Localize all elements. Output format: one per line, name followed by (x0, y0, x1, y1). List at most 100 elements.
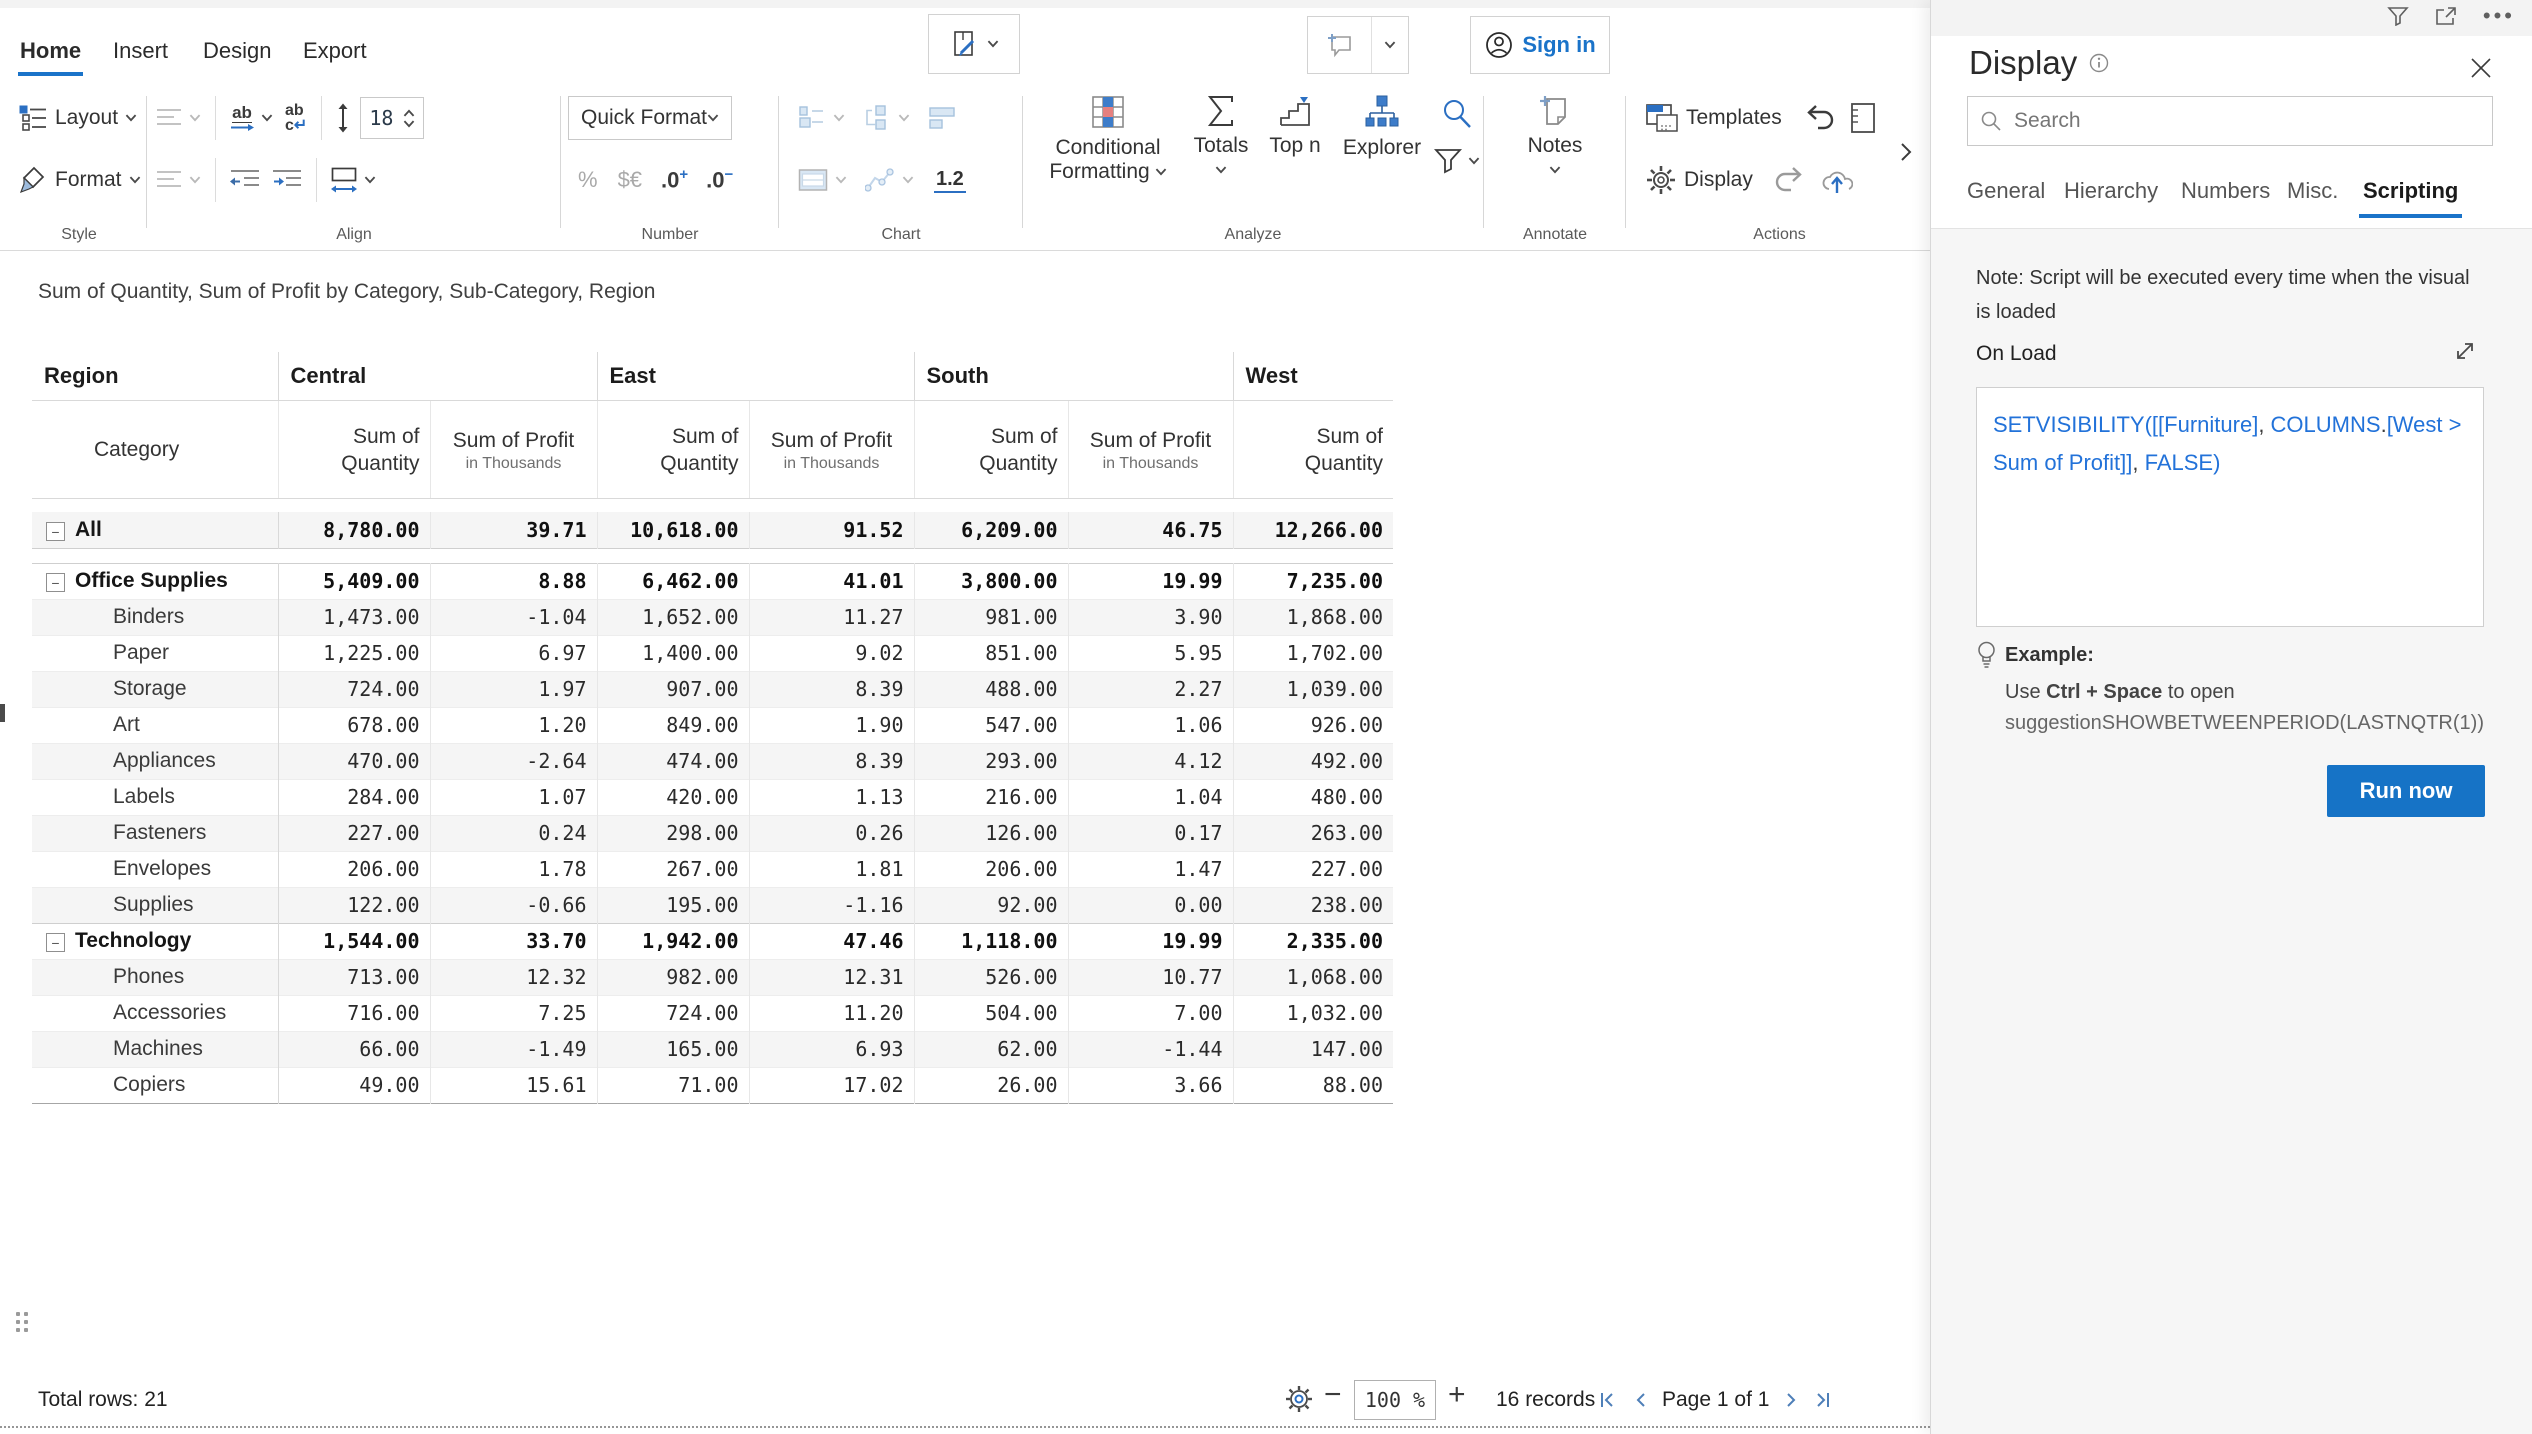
table-settings-button[interactable] (1284, 1384, 1314, 1414)
increase-indent-button[interactable] (266, 164, 308, 196)
font-size-input[interactable]: 18 (360, 97, 424, 139)
table-row-binders[interactable]: Binders1,473.00-1.041,652.0011.27981.003… (32, 599, 1393, 635)
currency-format-button[interactable]: $€ (618, 167, 642, 193)
filter-button[interactable] (1434, 148, 1480, 174)
top-n-button[interactable]: Top n (1262, 94, 1328, 158)
increase-decimals-button[interactable]: .0+ (661, 166, 688, 193)
collapse-icon[interactable]: − (46, 522, 65, 541)
notes-button[interactable]: Notes (1505, 94, 1605, 174)
zoom-out-button[interactable]: − (1324, 1378, 1342, 1412)
top-filter-icon[interactable] (2387, 6, 2409, 26)
panel-search-input[interactable] (2012, 108, 2456, 134)
text-align-button[interactable] (150, 103, 207, 133)
panel-tab-misc[interactable]: Misc. (2287, 178, 2338, 204)
add-note-dropdown[interactable] (1372, 41, 1408, 49)
decrease-decimals-button[interactable]: .0− (706, 166, 733, 193)
table-row-paper[interactable]: Paper1,225.006.971,400.009.02851.005.951… (32, 635, 1393, 671)
search-button[interactable] (1440, 98, 1474, 132)
totals-button[interactable]: Totals (1186, 94, 1256, 174)
table-row-art[interactable]: Art678.001.20849.001.90547.001.06926.00 (32, 707, 1393, 743)
region-header-label[interactable]: Region (32, 352, 278, 401)
visual-drag-handle[interactable] (16, 1312, 38, 1338)
last-page-button[interactable] (1812, 1390, 1832, 1410)
explorer-button[interactable]: Explorer (1332, 94, 1432, 160)
run-now-button[interactable]: Run now (2327, 765, 2485, 817)
templates-button[interactable]: Templates (1639, 98, 1788, 138)
wrap-text-button[interactable]: abc↵ (279, 99, 313, 137)
visual-resize-handle[interactable] (0, 704, 5, 722)
panel-tab-scripting[interactable]: Scripting (2363, 178, 2458, 204)
text-overflow-button[interactable]: ab (224, 100, 279, 136)
sign-in-button[interactable]: Sign in (1470, 16, 1610, 74)
conditional-formatting-button[interactable]: Conditional Formatting (1032, 94, 1184, 184)
column-header-qty[interactable]: Sum ofQuantity (597, 401, 749, 499)
ribbon-expand-chevron[interactable] (1898, 140, 1914, 164)
region-south[interactable]: South (914, 352, 1233, 401)
redo-button[interactable] (1773, 165, 1807, 195)
script-editor[interactable]: SETVISIBILITY([[Furniture], COLUMNS.[Wes… (1976, 387, 2484, 627)
font-size-control[interactable]: 18 (330, 93, 430, 143)
category-header[interactable]: Category (32, 401, 278, 499)
table-row-machines[interactable]: Machines66.00-1.49165.006.9362.00-1.4414… (32, 1031, 1393, 1067)
region-east[interactable]: East (597, 352, 914, 401)
number-format-12-button[interactable]: 1.2 (934, 168, 966, 193)
display-settings-button[interactable]: Display (1639, 160, 1759, 200)
undo-button[interactable] (1802, 103, 1836, 133)
panel-tab-numbers[interactable]: Numbers (2181, 178, 2270, 204)
chart-pane-button[interactable] (922, 100, 962, 136)
table-row-copiers[interactable]: Copiers49.0015.6171.0017.0226.003.6688.0… (32, 1067, 1393, 1103)
sparkline-button[interactable] (859, 163, 920, 197)
page-setup-button[interactable] (1850, 102, 1880, 134)
info-icon[interactable] (2089, 53, 2109, 73)
table-row-supplies[interactable]: Supplies122.00-0.66195.00-1.1692.000.002… (32, 887, 1393, 923)
expand-editor-icon[interactable] (2453, 339, 2477, 363)
panel-search-box[interactable] (1967, 96, 2493, 146)
popout-icon[interactable] (2435, 6, 2457, 26)
more-options-icon[interactable]: ••• (2483, 6, 2515, 26)
quick-format-dropdown[interactable]: Quick Format (568, 96, 732, 140)
font-size-spinner[interactable] (403, 109, 415, 128)
percent-format-button[interactable]: % (578, 167, 598, 193)
region-west[interactable]: West (1233, 352, 1393, 401)
table-row-envelopes[interactable]: Envelopes206.001.78267.001.81206.001.472… (32, 851, 1393, 887)
table-row-all[interactable]: −All8,780.0039.7110,618.0091.526,209.004… (32, 512, 1393, 548)
table-style-button[interactable] (792, 164, 853, 196)
upload-button[interactable] (1821, 165, 1853, 195)
table-row-fasteners[interactable]: Fasteners227.000.24298.000.26126.000.172… (32, 815, 1393, 851)
panel-tab-general[interactable]: General (1967, 178, 2045, 204)
collapse-icon[interactable]: − (46, 573, 65, 592)
tab-insert[interactable]: Insert (113, 38, 168, 64)
tab-home[interactable]: Home (20, 38, 81, 64)
edit-mode-button[interactable] (928, 14, 1020, 74)
close-panel-icon[interactable] (2469, 56, 2493, 80)
chart-hierarchy-button[interactable] (857, 100, 916, 136)
first-page-button[interactable] (1598, 1390, 1618, 1410)
chart-type-button[interactable] (792, 100, 851, 136)
table-row-technology[interactable]: −Technology1,544.0033.701,942.0047.461,1… (32, 923, 1393, 959)
zoom-level-input[interactable]: 100 % (1354, 1380, 1436, 1420)
collapse-icon[interactable]: − (46, 933, 65, 952)
zoom-in-button[interactable]: + (1448, 1378, 1466, 1412)
column-header-qty[interactable]: Sum ofQuantity (1233, 401, 1393, 499)
table-row-appliances[interactable]: Appliances470.00-2.64474.008.39293.004.1… (32, 743, 1393, 779)
decrease-indent-button[interactable] (224, 164, 266, 196)
next-page-button[interactable] (1784, 1390, 1800, 1410)
format-button[interactable]: Format (12, 161, 147, 199)
column-header-profit[interactable]: Sum of Profitin Thousands (1068, 401, 1233, 499)
column-header-profit[interactable]: Sum of Profitin Thousands (430, 401, 597, 499)
table-row-phones[interactable]: Phones713.0012.32982.0012.31526.0010.771… (32, 959, 1393, 995)
previous-page-button[interactable] (1632, 1390, 1648, 1410)
column-header-qty[interactable]: Sum ofQuantity (914, 401, 1068, 499)
add-note-icon[interactable] (1308, 17, 1372, 73)
table-row-storage[interactable]: Storage724.001.97907.008.39488.002.271,0… (32, 671, 1393, 707)
column-width-button[interactable] (325, 163, 382, 198)
panel-tab-hierarchy[interactable]: Hierarchy (2064, 178, 2158, 204)
column-header-profit[interactable]: Sum of Profitin Thousands (749, 401, 914, 499)
tab-export[interactable]: Export (303, 38, 367, 64)
table-row-office-supplies[interactable]: −Office Supplies5,409.008.886,462.0041.0… (32, 563, 1393, 599)
table-row-labels[interactable]: Labels284.001.07420.001.13216.001.04480.… (32, 779, 1393, 815)
add-note-split-button[interactable] (1307, 16, 1409, 74)
region-central[interactable]: Central (278, 352, 597, 401)
tab-design[interactable]: Design (203, 38, 271, 64)
column-header-qty[interactable]: Sum ofQuantity (278, 401, 430, 499)
